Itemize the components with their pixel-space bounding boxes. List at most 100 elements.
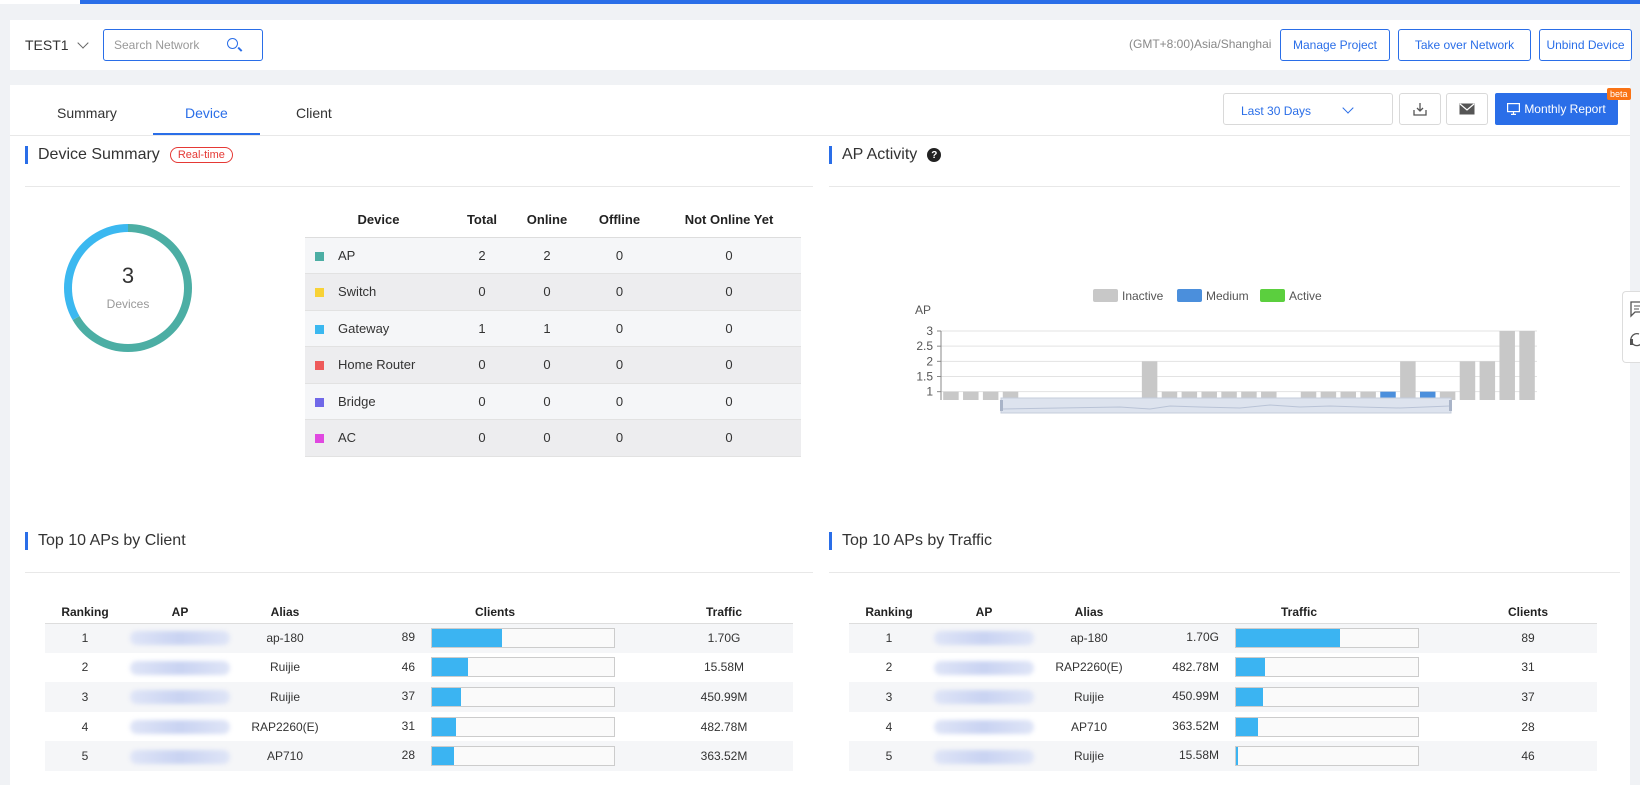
device-row: Switch 0 0 0 0	[305, 273, 801, 311]
device-type-name: Home Router	[338, 357, 416, 373]
activity-bar[interactable]	[1459, 361, 1476, 400]
realtime-badge: Real-time	[169, 147, 233, 163]
table-row: 5 AP710 28 363.52M	[45, 741, 793, 771]
activity-bar[interactable]	[1141, 361, 1158, 400]
rank-cell: 1	[849, 623, 929, 653]
device-total: 0	[452, 419, 512, 457]
search-icon[interactable]	[227, 38, 238, 49]
device-total: 0	[452, 383, 512, 420]
clients-cell: 28	[1521, 719, 1535, 734]
unbind-device-button[interactable]: Unbind Device	[1539, 29, 1632, 61]
ap-cell	[929, 623, 1039, 653]
device-row: Bridge 0 0 0 0	[305, 383, 801, 420]
monitor-icon	[1507, 103, 1521, 115]
legend-label-inactive[interactable]: Inactive	[1122, 289, 1164, 303]
tab-device[interactable]: Device	[185, 105, 228, 121]
col-alias: Alias	[1039, 602, 1139, 624]
progress-fill	[432, 658, 469, 677]
help-icon[interactable]: ?	[927, 148, 942, 162]
traffic-cell: 482.78M	[700, 719, 748, 734]
activity-bar[interactable]	[963, 391, 979, 400]
y-tick-label: 2.5	[916, 339, 933, 353]
activity-bar[interactable]	[1400, 361, 1416, 400]
col-alias: Alias	[235, 602, 335, 624]
clients-cell: 89	[1459, 623, 1597, 653]
chart-zoom-slider[interactable]	[1000, 397, 1452, 415]
device-type-cell: Home Router	[305, 346, 452, 384]
clients-progress-bar	[431, 716, 615, 737]
traffic-cell: 363.52M	[655, 741, 793, 771]
ap-activity-heading: AP Activity	[842, 146, 918, 163]
device-row: AP 2 2 0 0	[305, 237, 801, 274]
y-tick-label: 1.5	[916, 370, 933, 384]
alias-cell: ap-180	[235, 623, 335, 653]
activity-bar[interactable]	[1499, 331, 1515, 400]
slider-handle-right[interactable]	[1449, 400, 1452, 411]
progress-fill	[432, 687, 462, 706]
legend-label-medium[interactable]: Medium	[1206, 289, 1249, 303]
device-total: 1	[452, 310, 512, 347]
manage-project-button[interactable]: Manage Project	[1280, 29, 1390, 61]
chat-icon[interactable]	[1623, 292, 1640, 364]
device-online: 0	[512, 383, 582, 420]
device-row: AC 0 0 0 0	[305, 419, 801, 457]
take-over-network-button[interactable]: Take over Network	[1398, 29, 1531, 61]
export-button[interactable]	[1399, 93, 1441, 125]
search-network-box[interactable]	[103, 29, 263, 61]
progress-fill	[1236, 687, 1264, 706]
legend-swatch-active[interactable]	[1260, 289, 1285, 302]
progress-fill	[1236, 747, 1238, 766]
legend-swatch-inactive[interactable]	[1093, 289, 1118, 302]
legend-swatch	[315, 434, 324, 444]
progress-fill	[1236, 717, 1258, 736]
tab-client[interactable]: Client	[296, 105, 332, 121]
alias-cell: Ruijie	[269, 660, 300, 675]
monthly-report-button[interactable]: Monthly Report	[1495, 93, 1618, 125]
traffic-cell: 450.99M	[655, 682, 793, 712]
device-total: 2	[452, 237, 512, 274]
ap-cell	[929, 653, 1039, 683]
slider-handle-left[interactable]	[1000, 400, 1003, 411]
date-range-value: Last 30 Days	[1241, 104, 1312, 118]
table-row: 4 AP710 363.52M 28	[849, 712, 1597, 742]
rank-cell: 1	[45, 623, 125, 653]
project-selector[interactable]: TEST1	[25, 37, 89, 53]
tab-summary[interactable]: Summary	[57, 105, 117, 121]
table-row: 4 RAP2260(E) 31 482.78M	[45, 712, 793, 742]
clients-cell: 46	[1459, 741, 1597, 771]
email-button[interactable]	[1446, 93, 1488, 125]
top-aps-client-title: Top 10 APs by Client	[25, 532, 186, 550]
legend-swatch-medium[interactable]	[1177, 289, 1202, 302]
section-marker	[25, 146, 28, 164]
clients-progress-bar	[431, 686, 615, 707]
table-row: 2 RAP2260(E) 482.78M 31	[849, 653, 1597, 683]
traffic-value: 15.58M	[1178, 748, 1219, 763]
activity-bar[interactable]	[982, 391, 999, 400]
search-network-input[interactable]	[114, 38, 224, 52]
activity-bar[interactable]	[1479, 361, 1496, 400]
legend-swatch	[315, 251, 324, 261]
ap-name-redacted	[934, 690, 1034, 705]
traffic-cell: 15.58M	[1139, 741, 1459, 771]
ap-name-redacted	[130, 749, 230, 764]
device-type-cell: AC	[305, 419, 452, 457]
ap-cell	[125, 653, 235, 683]
ap-cell	[125, 623, 235, 653]
ap-activity-title: AP Activity ?	[829, 146, 942, 164]
chevron-down-icon	[1342, 102, 1354, 114]
device-type-cell: Bridge	[305, 383, 452, 420]
date-range-select[interactable]: Last 30 Days	[1223, 93, 1393, 125]
device-summary-title: Device Summary Real-time	[25, 146, 233, 164]
traffic-cell: 363.52M	[1139, 712, 1459, 742]
clients-cell: 89	[335, 623, 655, 653]
clients-cell: 46	[335, 653, 655, 683]
activity-bar[interactable]	[943, 391, 959, 400]
divider	[25, 572, 813, 573]
activity-bar[interactable]	[1519, 331, 1535, 400]
device-not-online-yet: 0	[657, 383, 801, 420]
device-offline: 0	[582, 346, 657, 384]
progress-fill	[432, 629, 503, 648]
legend-label-active[interactable]: Active	[1289, 289, 1322, 303]
top-aps-client-heading: Top 10 APs by Client	[38, 532, 186, 549]
divider	[25, 186, 813, 187]
